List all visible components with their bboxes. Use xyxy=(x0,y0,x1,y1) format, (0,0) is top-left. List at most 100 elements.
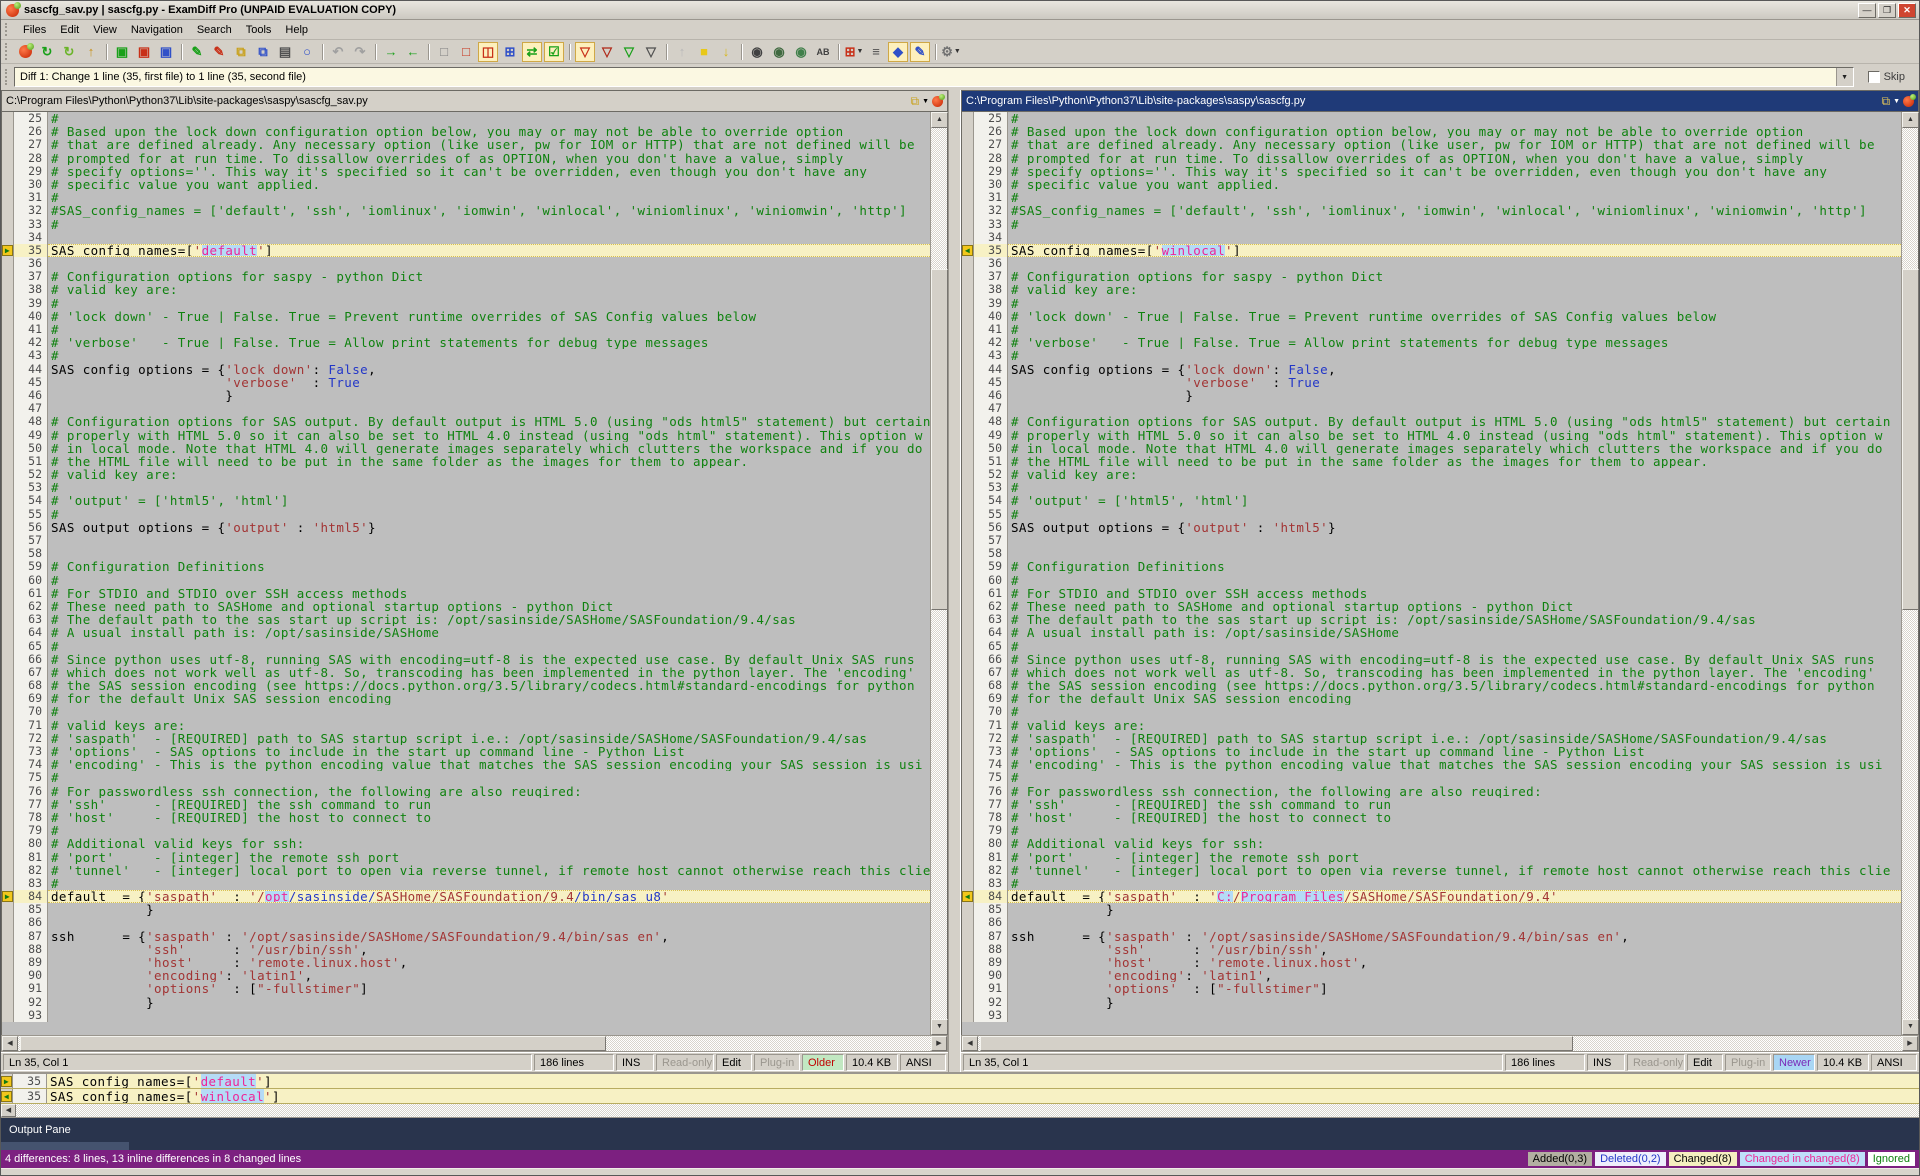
diff-arrow-left-icon[interactable]: ◀ xyxy=(962,245,973,256)
code-line[interactable]: 92 } xyxy=(962,996,1901,1009)
right-save-copy-icon[interactable]: ⧉ xyxy=(1881,94,1890,109)
code-line[interactable]: 87ssh = {'saspath' : '/opt/sasinside/SAS… xyxy=(2,930,930,943)
filter-deleted-lines-icon[interactable]: ▽ xyxy=(641,42,661,62)
current-change-icon[interactable]: ■ xyxy=(694,42,714,62)
options-dropdown-icon[interactable]: ▼ xyxy=(954,48,961,55)
left-pane-header[interactable]: C:\Program Files\Python\Python37\Lib\sit… xyxy=(1,90,948,112)
code-line[interactable]: 28# prompted for at run time. To dissall… xyxy=(2,152,930,165)
code-line[interactable]: 33# xyxy=(2,218,930,231)
inspector-line-left[interactable]: ▶35SAS_config_names=['default'] xyxy=(1,1074,1919,1089)
diffbar-grip[interactable] xyxy=(5,69,10,84)
code-line[interactable]: 88 'ssh' : '/usr/bin/ssh', xyxy=(2,943,930,956)
code-line[interactable]: 64# A usual install path is: /opt/sasins… xyxy=(2,626,930,639)
inspector-line-right[interactable]: ◀35SAS_config_names=['winlocal'] xyxy=(1,1089,1919,1104)
menu-search[interactable]: Search xyxy=(190,22,239,38)
undo-icon[interactable]: ↶ xyxy=(328,42,348,62)
code-line[interactable]: 93 xyxy=(2,1009,930,1022)
code-line[interactable]: 80# Additional valid keys for ssh: xyxy=(2,837,930,850)
code-line[interactable]: 76# For passwordless ssh connection, the… xyxy=(962,785,1901,798)
code-line[interactable]: 37# Configuration options for saspy - py… xyxy=(2,270,930,283)
code-line[interactable]: 51# the HTML file will need to be put in… xyxy=(962,455,1901,468)
snapshot-first-file-icon[interactable]: ⧉ xyxy=(231,42,251,62)
code-line[interactable]: 79# xyxy=(2,824,930,837)
code-line[interactable]: 56SAS_output_options = {'output' : 'html… xyxy=(2,521,930,534)
code-line[interactable]: 63# The default path to the sas start up… xyxy=(962,613,1901,626)
code-line[interactable]: 43# xyxy=(2,349,930,362)
code-line[interactable]: 90 'encoding': 'latin1', xyxy=(962,969,1901,982)
compare-files-icon[interactable] xyxy=(15,42,35,62)
right-scroll-right-icon[interactable]: ▶ xyxy=(1902,1036,1918,1051)
code-line[interactable]: 39# xyxy=(2,297,930,310)
code-line[interactable]: 31# xyxy=(2,191,930,204)
code-line[interactable]: 38# valid key are: xyxy=(962,283,1901,296)
code-line[interactable]: 47 xyxy=(962,402,1901,415)
code-line[interactable]: 52# valid key are: xyxy=(2,468,930,481)
next-change-icon[interactable]: ↓ xyxy=(716,42,736,62)
panes-layout-icon[interactable]: ⊞▼ xyxy=(844,42,864,62)
menu-tools[interactable]: Tools xyxy=(239,22,279,38)
panes-layout-dropdown-icon[interactable]: ▼ xyxy=(856,48,863,55)
code-line[interactable]: 88 'ssh' : '/usr/bin/ssh', xyxy=(962,943,1901,956)
code-line[interactable]: 89 'host' : 'remote.linux.host', xyxy=(2,956,930,969)
left-header-dropdown-icon[interactable]: ▼ xyxy=(922,98,929,105)
code-line[interactable]: 86 xyxy=(962,916,1901,929)
recompare-icon[interactable]: ↻ xyxy=(37,42,57,62)
code-line[interactable]: 90 'encoding': 'latin1', xyxy=(2,969,930,982)
code-line[interactable]: 54# 'output' = ['html5', 'html'] xyxy=(2,494,930,507)
code-line[interactable]: 68# the SAS session encoding (see https:… xyxy=(2,679,930,692)
search-previous-icon[interactable]: ◉ xyxy=(791,42,811,62)
save-second-file-icon[interactable]: ▣ xyxy=(134,42,154,62)
code-line[interactable]: 30# specific value you want applied. xyxy=(2,178,930,191)
code-line[interactable]: 89 'host' : 'remote.linux.host', xyxy=(962,956,1901,969)
close-button[interactable]: ✕ xyxy=(1898,3,1916,18)
code-line[interactable]: 32#SAS_config_names = ['default', 'ssh',… xyxy=(2,204,930,217)
plugins-icon[interactable]: ◆ xyxy=(888,42,908,62)
edit-second-file-icon[interactable]: ✎ xyxy=(209,42,229,62)
filter-added-lines-icon[interactable]: ▽ xyxy=(619,42,639,62)
restore-button[interactable]: ❐ xyxy=(1878,3,1896,18)
code-line[interactable]: 91 'options' : ["-fullstimer"] xyxy=(2,982,930,995)
right-scroll-down-icon[interactable]: ▼ xyxy=(1902,1019,1919,1035)
code-line[interactable]: 42# 'verbose' - True | False. True = All… xyxy=(2,336,930,349)
code-line[interactable]: 60# xyxy=(2,574,930,587)
skip-checkbox[interactable] xyxy=(1868,71,1880,83)
code-line[interactable]: 76# For passwordless ssh connection, the… xyxy=(2,785,930,798)
code-line[interactable]: 92 } xyxy=(2,996,930,1009)
left-scroll-up-icon[interactable]: ▲ xyxy=(931,112,948,128)
code-line[interactable]: 34 xyxy=(962,231,1901,244)
output-pane-header[interactable]: Output Pane xyxy=(1,1118,1919,1142)
code-line[interactable]: 74# 'encoding' - This is the python enco… xyxy=(962,758,1901,771)
code-line[interactable]: 52# valid key are: xyxy=(962,468,1901,481)
code-line[interactable]: 86 xyxy=(2,916,930,929)
diff-arrow-right-icon[interactable]: ▶ xyxy=(1,1076,12,1087)
menu-help[interactable]: Help xyxy=(278,22,315,38)
code-line[interactable]: 66# Since python uses utf-8, running SAS… xyxy=(2,653,930,666)
code-line[interactable]: 50# in local mode. Note that HTML 4.0 wi… xyxy=(2,442,930,455)
code-line[interactable]: 68# the SAS session encoding (see https:… xyxy=(962,679,1901,692)
code-line[interactable]: 48# Configuration options for SAS output… xyxy=(2,415,930,428)
right-vscroll-thumb[interactable] xyxy=(1902,269,1919,611)
code-line[interactable]: 61# For STDIO and STDIO over SSH access … xyxy=(962,587,1901,600)
code-line[interactable]: 54# 'output' = ['html5', 'html'] xyxy=(962,494,1901,507)
code-line[interactable]: 31# xyxy=(962,191,1901,204)
output-pane-tab[interactable] xyxy=(1,1142,129,1150)
code-line[interactable]: 60# xyxy=(962,574,1901,587)
print-icon[interactable]: ▤ xyxy=(275,42,295,62)
inspector-scroll-left-icon[interactable]: ◀ xyxy=(1,1104,16,1117)
code-line[interactable]: 44SAS_config_options = {'lock_down': Fal… xyxy=(2,363,930,376)
left-vscroll-thumb[interactable] xyxy=(931,269,948,611)
right-pane-header[interactable]: C:\Program Files\Python\Python37\Lib\sit… xyxy=(961,90,1919,112)
code-line[interactable]: 69# for the default Unix SAS session enc… xyxy=(962,692,1901,705)
filter-all-lines-icon[interactable]: ▽ xyxy=(575,42,595,62)
horizontal-layout-icon[interactable]: ⊞ xyxy=(500,42,520,62)
code-line[interactable]: 53# xyxy=(2,481,930,494)
code-line[interactable]: 85 } xyxy=(962,903,1901,916)
code-line[interactable]: 82# 'tunnel' - [integer] local port to o… xyxy=(962,864,1901,877)
code-line[interactable]: 27# that are defined already. Any necess… xyxy=(2,138,930,151)
code-line[interactable]: 74# 'encoding' - This is the python enco… xyxy=(2,758,930,771)
pane-splitter[interactable] xyxy=(948,90,961,1072)
search-next-icon[interactable]: ◉ xyxy=(769,42,789,62)
code-line[interactable]: 25# xyxy=(962,112,1901,125)
code-line[interactable]: 32#SAS_config_names = ['default', 'ssh',… xyxy=(962,204,1901,217)
right-horizontal-scrollbar[interactable]: ◀ ▶ xyxy=(961,1035,1919,1052)
